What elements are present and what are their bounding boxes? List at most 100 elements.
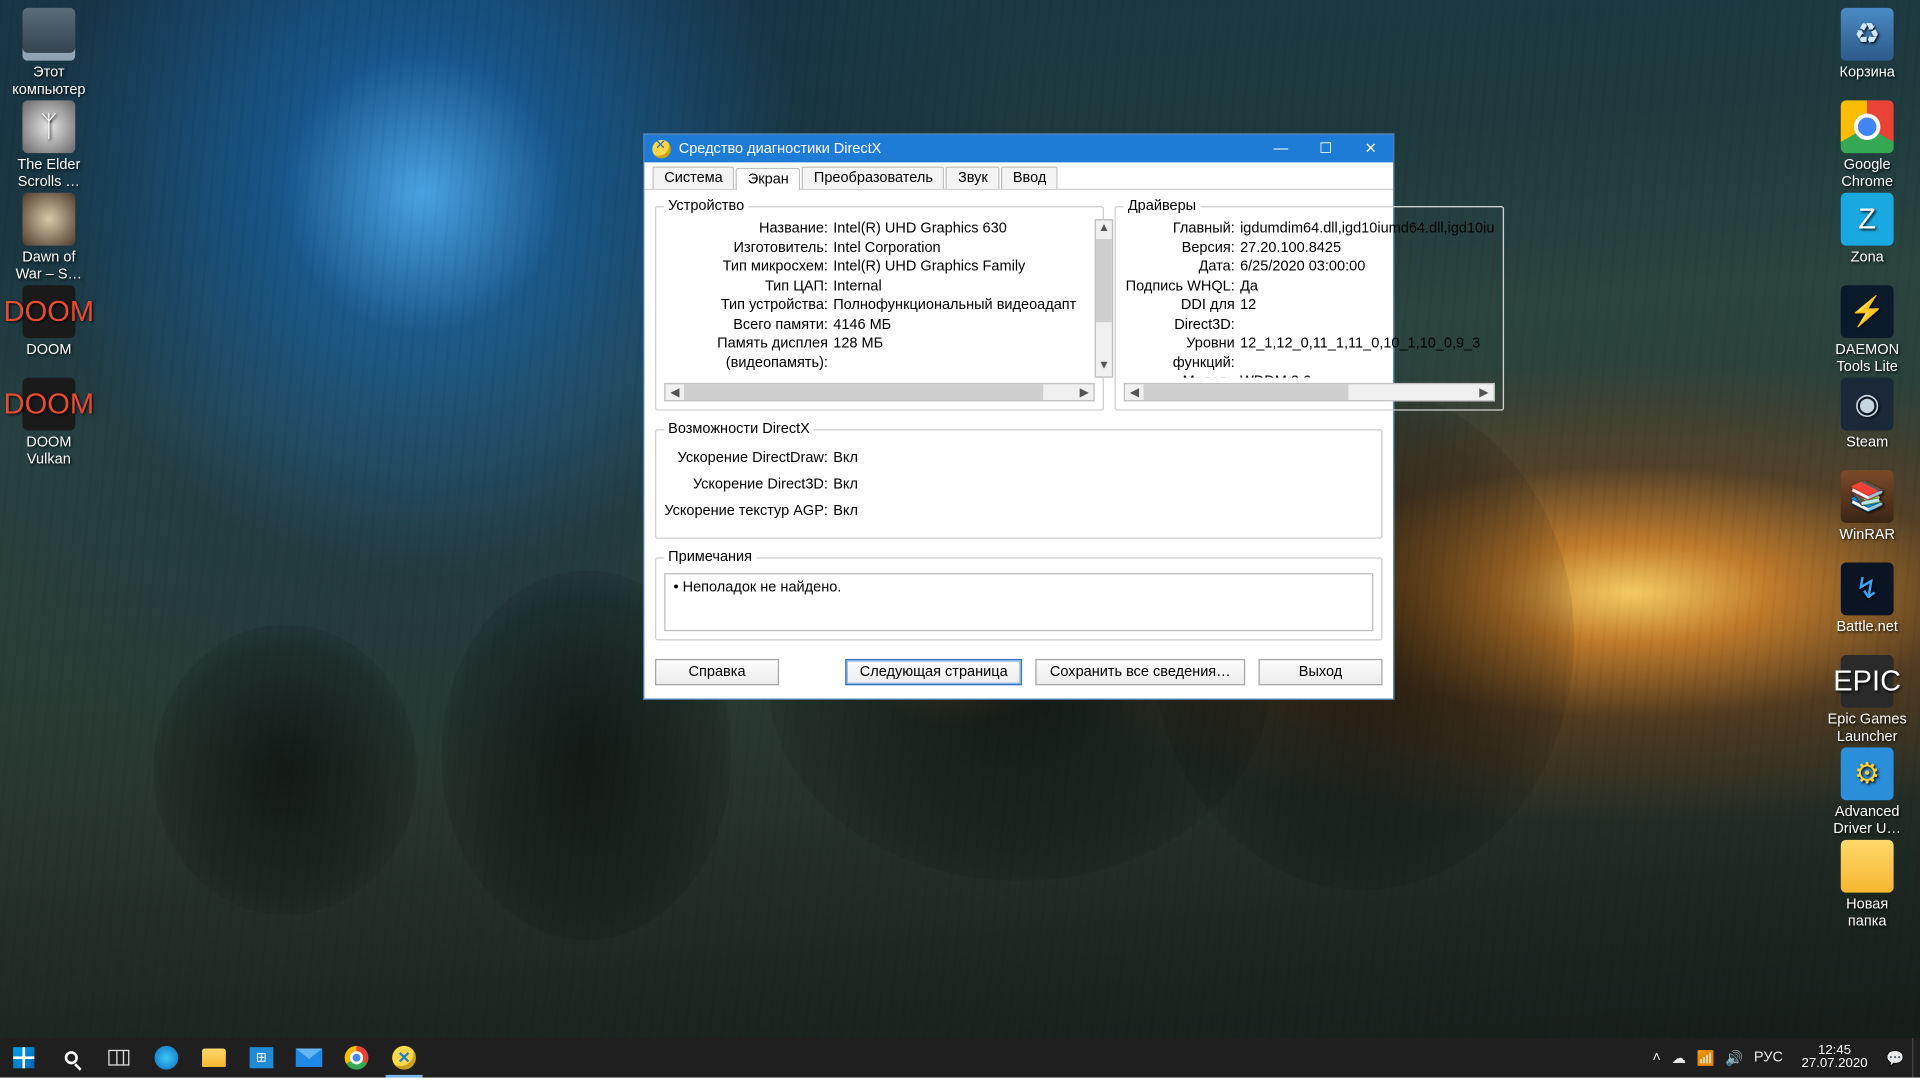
- dawn-of-war-icon: [22, 193, 75, 246]
- exit-button[interactable]: Выход: [1258, 659, 1382, 685]
- info-key: Главный:: [1124, 219, 1240, 238]
- icon-label: AdvancedDriver U…: [1818, 804, 1916, 837]
- start-button[interactable]: [0, 1038, 48, 1078]
- info-value: Internal: [833, 277, 1076, 296]
- maximize-button[interactable]: ☐: [1303, 135, 1348, 163]
- onedrive-icon[interactable]: ☁: [1671, 1049, 1686, 1066]
- tab-screen[interactable]: Экран: [736, 168, 801, 190]
- action-center-icon[interactable]: 💬: [1886, 1049, 1904, 1066]
- info-value: 128 МБ: [833, 334, 1076, 372]
- taskbar-mail[interactable]: [285, 1038, 333, 1078]
- dxdiag-icon: [652, 139, 670, 157]
- desktop-icon-zona[interactable]: Z Zona: [1818, 193, 1916, 266]
- taskbar-store[interactable]: [238, 1038, 286, 1078]
- icon-label: WinRAR: [1818, 527, 1916, 544]
- desktop-icon-steam[interactable]: ◉ Steam: [1818, 378, 1916, 451]
- desktop-icon-winrar[interactable]: 📚 WinRAR: [1818, 470, 1916, 543]
- next-page-button[interactable]: Следующая страница: [845, 659, 1022, 685]
- info-value: Intel(R) UHD Graphics Family: [833, 257, 1076, 276]
- tab-system[interactable]: Система: [652, 166, 734, 188]
- info-key: Дата:: [1124, 257, 1240, 276]
- epic-games-icon: EPIC: [1841, 655, 1894, 708]
- desktop-icon-elder-scrolls[interactable]: ᛉ The ElderScrolls …: [0, 100, 98, 190]
- language-indicator[interactable]: РУС: [1754, 1050, 1783, 1066]
- scroll-up-icon[interactable]: ▲: [1096, 221, 1112, 239]
- info-value: 6/25/2020 03:00:00: [1240, 257, 1494, 276]
- tab-converter[interactable]: Преобразователь: [802, 166, 945, 188]
- taskbar-chrome[interactable]: [333, 1038, 381, 1078]
- recycle-bin-icon: [1841, 8, 1894, 61]
- battlenet-icon: ↯: [1841, 563, 1894, 616]
- drivers-hscroll[interactable]: ◀ ▶: [1124, 383, 1495, 401]
- info-row: Главный: igdumdim64.dll,igd10iumd64.dll,…: [1124, 219, 1495, 238]
- info-value: Полнофункциональный видеоадапт: [833, 296, 1076, 315]
- info-key: Ускорение DirectDraw:: [664, 445, 833, 471]
- steam-icon: ◉: [1841, 378, 1894, 431]
- task-view-button[interactable]: [95, 1038, 143, 1078]
- clock[interactable]: 12:45 27.07.2020: [1794, 1045, 1876, 1071]
- info-key: DDI для Direct3D:: [1124, 296, 1240, 334]
- scroll-down-icon[interactable]: ▼: [1096, 358, 1112, 376]
- window-title: Средство диагностики DirectX: [679, 141, 1259, 157]
- desktop-icon-daemon-tools[interactable]: ⚡ DAEMONTools Lite: [1818, 285, 1916, 375]
- search-button[interactable]: [48, 1038, 96, 1078]
- device-hscroll[interactable]: ◀ ▶: [664, 383, 1095, 401]
- taskbar-explorer[interactable]: [190, 1038, 238, 1078]
- desktop-icon-dawn-of-war[interactable]: Dawn ofWar – S…: [0, 193, 98, 283]
- icon-label: GoogleChrome: [1818, 157, 1916, 190]
- info-row: Изготовитель: Intel Corporation: [664, 238, 1076, 257]
- save-all-button[interactable]: Сохранить все сведения…: [1035, 659, 1245, 685]
- new-folder-icon: [1841, 840, 1894, 893]
- info-key: Название:: [664, 219, 833, 238]
- device-legend: Устройство: [664, 198, 748, 214]
- desktop-icon-this-pc[interactable]: Этоткомпьютер: [0, 8, 98, 98]
- scroll-right-icon[interactable]: ▶: [1075, 385, 1093, 400]
- show-desktop-button[interactable]: [1912, 1038, 1920, 1078]
- info-key: Ускорение текстур AGP:: [664, 498, 833, 524]
- notes-box: Неполадок не найдено.: [664, 573, 1373, 631]
- desktop-icon-recycle-bin[interactable]: Корзина: [1818, 8, 1916, 81]
- close-button[interactable]: ✕: [1348, 135, 1393, 163]
- taskbar-edge[interactable]: [143, 1038, 191, 1078]
- desktop-icon-doom-vulkan[interactable]: DOOM DOOMVulkan: [0, 378, 98, 468]
- desktop-icon-new-folder[interactable]: Новаяпапка: [1818, 840, 1916, 930]
- scroll-left-icon[interactable]: ◀: [666, 385, 684, 400]
- system-tray[interactable]: ˄ ☁ 📶 🔊 РУС 12:45 27.07.2020 💬: [1644, 1045, 1912, 1071]
- scroll-right-icon[interactable]: ▶: [1475, 385, 1493, 400]
- desktop-icon-epic-games[interactable]: EPIC Epic GamesLauncher: [1818, 655, 1916, 745]
- device-vscroll[interactable]: ▲ ▼: [1095, 219, 1113, 377]
- device-group: Устройство Название: Intel(R) UHD Graphi…: [655, 198, 1104, 411]
- desktop-icon-battlenet[interactable]: ↯ Battle.net: [1818, 563, 1916, 636]
- taskbar-dxdiag[interactable]: [380, 1038, 428, 1078]
- icon-label: Dawn ofWar – S…: [0, 250, 98, 283]
- desktop-icon-doom[interactable]: DOOM DOOM: [0, 285, 98, 358]
- search-icon: [65, 1051, 78, 1064]
- winrar-icon: 📚: [1841, 470, 1894, 523]
- tab-sound[interactable]: Звук: [946, 166, 1000, 188]
- help-button[interactable]: Справка: [655, 659, 779, 685]
- info-row: Подпись WHQL: Да: [1124, 277, 1495, 296]
- drivers-group: Драйверы Главный: igdumdim64.dll,igd10iu…: [1115, 198, 1504, 411]
- info-key: Ускорение Direct3D:: [664, 471, 833, 497]
- desktop-icon-advanced-driver[interactable]: ⚙ AdvancedDriver U…: [1818, 747, 1916, 837]
- info-row: Ускорение текстур AGP: Вкл: [664, 498, 1373, 524]
- scroll-left-icon[interactable]: ◀: [1125, 385, 1143, 400]
- doom-vulkan-icon: DOOM: [22, 378, 75, 431]
- zona-icon: Z: [1841, 193, 1894, 246]
- icon-label: DOOMVulkan: [0, 434, 98, 467]
- info-key: Память дисплея (видеопамять):: [664, 334, 833, 372]
- volume-icon[interactable]: 🔊: [1725, 1049, 1743, 1066]
- info-key: Изготовитель:: [664, 238, 833, 257]
- desktop-icon-google-chrome[interactable]: GoogleChrome: [1818, 100, 1916, 190]
- info-row: Тип устройства: Полнофункциональный виде…: [664, 296, 1076, 315]
- title-bar[interactable]: Средство диагностики DirectX — ☐ ✕: [644, 135, 1393, 163]
- notes-legend: Примечания: [664, 549, 756, 565]
- info-row: Версия: 27.20.100.8425: [1124, 238, 1495, 257]
- info-row: Дата: 6/25/2020 03:00:00: [1124, 257, 1495, 276]
- drivers-legend: Драйверы: [1124, 198, 1200, 214]
- info-row: Тип ЦАП: Internal: [664, 277, 1076, 296]
- minimize-button[interactable]: —: [1258, 135, 1303, 163]
- tray-overflow-icon[interactable]: ˄: [1652, 1050, 1661, 1066]
- tab-input[interactable]: Ввод: [1001, 166, 1058, 188]
- wifi-icon[interactable]: 📶: [1697, 1049, 1715, 1066]
